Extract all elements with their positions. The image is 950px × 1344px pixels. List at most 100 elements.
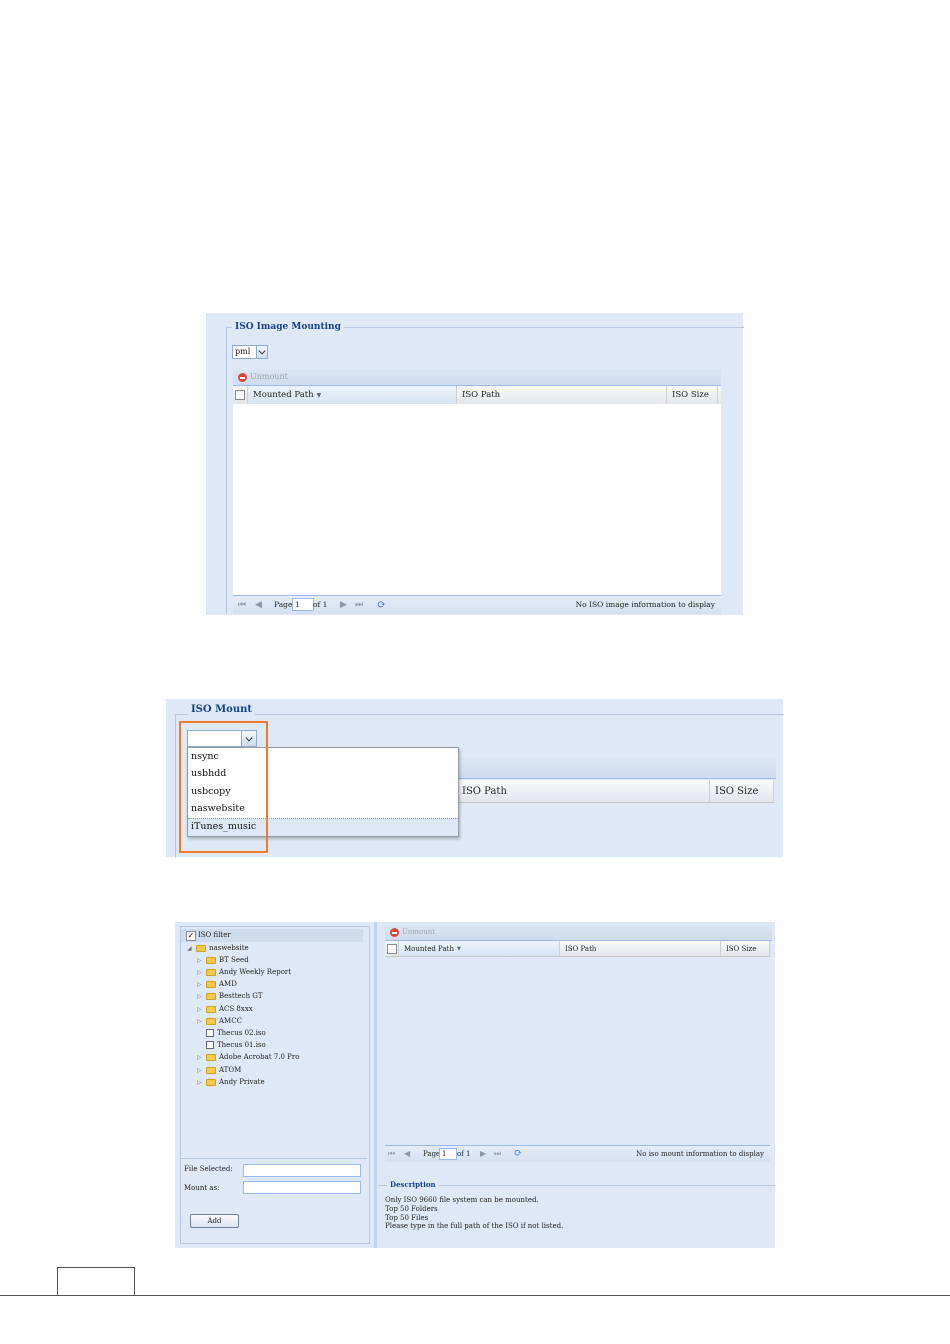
prev-page-icon[interactable]: ◀	[255, 600, 262, 610]
share-select-value: pml	[235, 347, 251, 356]
collapse-icon: ▷	[197, 1054, 202, 1061]
description-title: Description	[387, 1180, 439, 1189]
grid-header-3: Mounted Path ▼ ISO Path ISO Size	[385, 941, 770, 957]
grid-header: Mounted Path ▼ ISO Path ISO Size	[233, 386, 721, 405]
folder-icon	[206, 1017, 216, 1025]
collapse-icon: ▷	[197, 981, 202, 988]
expand-icon: ◢	[187, 945, 192, 952]
tree-item-label: Andy Weekly Report	[219, 968, 292, 976]
share-select-trigger[interactable]	[256, 345, 268, 359]
mount-as-label: Mount as:	[184, 1184, 220, 1192]
iso-image-mounting-legend: ISO Image Mounting	[232, 322, 344, 332]
add-button-label: Add	[207, 1217, 222, 1225]
page-input-3[interactable]: 1	[439, 1148, 457, 1160]
col-iso-size-2[interactable]: ISO Size	[710, 780, 774, 802]
select-all-checkbox-3[interactable]	[387, 944, 397, 954]
iso-mount-legend: ISO Mount	[188, 704, 255, 715]
page-input[interactable]: 1	[292, 598, 314, 611]
last-page-icon[interactable]: ⏭	[494, 1149, 501, 1159]
next-page-icon[interactable]: ▶	[340, 600, 347, 610]
folder-icon	[206, 968, 216, 976]
col-iso-size[interactable]: ISO Size	[667, 386, 718, 404]
page-total-3: of 1	[457, 1150, 471, 1158]
collapse-icon: ▷	[197, 1006, 202, 1013]
tree-root[interactable]: ◢ naswebsite	[187, 943, 249, 954]
tree-item[interactable]: ▷ AMD	[197, 979, 237, 990]
tree-item[interactable]: ▷ Andy Weekly Report	[197, 967, 291, 978]
first-page-icon[interactable]: ⏮	[238, 600, 246, 610]
iso-file-icon	[206, 1041, 214, 1049]
folder-icon	[206, 1066, 216, 1074]
tree-item[interactable]: ▷ Andy Private	[197, 1077, 265, 1088]
iso-filter-checkbox[interactable]: ✓	[186, 931, 196, 941]
folder-open-icon	[196, 944, 206, 952]
tree-item-label: Thecus 02.iso	[217, 1029, 266, 1037]
col-iso-size-3[interactable]: ISO Size	[721, 941, 770, 956]
prev-page-icon[interactable]: ◀	[404, 1149, 410, 1159]
refresh-icon[interactable]: ⟳	[377, 599, 386, 610]
grid-toolbar: Unmount	[233, 369, 721, 386]
col-iso-path[interactable]: ISO Path	[457, 386, 667, 404]
col-iso-size-2-label: ISO Size	[715, 785, 759, 797]
next-page-icon[interactable]: ▶	[480, 1149, 486, 1159]
pane-splitter[interactable]	[374, 922, 377, 1248]
share-select[interactable]: pml	[232, 345, 257, 359]
col-iso-path-2[interactable]: ISO Path	[457, 780, 710, 802]
tree-item-label: Adobe Acrobat 7.0 Pro	[219, 1053, 300, 1061]
description-fieldset	[378, 1185, 775, 1246]
unmount-icon	[238, 373, 247, 382]
tree-item[interactable]: Thecus 02.iso	[197, 1028, 266, 1039]
tree-item-label: Besttech GT	[219, 992, 263, 1000]
collapse-icon: ▷	[197, 969, 202, 976]
paging-status-3: No iso mount information to display	[636, 1150, 764, 1158]
folder-icon	[206, 1078, 216, 1086]
col-mounted-path-3[interactable]: Mounted Path ▼	[399, 941, 560, 956]
sort-desc-icon: ▼	[456, 945, 461, 952]
grid-toolbar-2	[457, 758, 776, 779]
select-all-column-3	[385, 941, 399, 956]
col-iso-path-2-label: ISO Path	[462, 785, 507, 797]
mount-as-input[interactable]	[243, 1181, 361, 1194]
footer-line	[0, 1295, 950, 1296]
tree-item[interactable]: ▷ ACS 8xxx	[197, 1004, 253, 1015]
tree-item[interactable]: ▷ Adobe Acrobat 7.0 Pro	[197, 1052, 299, 1063]
iso-file-icon	[206, 1029, 214, 1037]
file-selected-label: File Selected:	[184, 1165, 233, 1173]
iso-filter-bar: ✓ ISO filter	[181, 929, 363, 942]
tree-item[interactable]: ▷ ATOM	[197, 1065, 241, 1076]
folder-icon	[206, 1053, 216, 1061]
collapse-icon: ▷	[197, 1079, 202, 1086]
col-iso-size-label: ISO Size	[672, 390, 709, 400]
tree-item-label: AMCC	[219, 1017, 242, 1025]
col-mounted-path-3-label: Mounted Path	[404, 944, 454, 953]
tree-item[interactable]: ▷ BT Seed	[197, 955, 249, 966]
add-button[interactable]: Add	[190, 1214, 239, 1228]
tree-item[interactable]: ▷ Besttech GT	[197, 991, 263, 1002]
tree-item-label: ACS 8xxx	[219, 1005, 253, 1013]
tree-item-label: BT Seed	[219, 956, 249, 964]
collapse-icon: ▷	[197, 1067, 202, 1074]
file-selected-input[interactable]	[243, 1164, 361, 1177]
unmount-button-3[interactable]: Unmount	[402, 928, 435, 936]
tree-item[interactable]: Thecus 01.iso	[197, 1040, 266, 1051]
first-page-icon[interactable]: ⏮	[388, 1149, 395, 1159]
unmount-button[interactable]: Unmount	[250, 372, 288, 381]
folder-icon	[206, 992, 216, 1000]
paging-toolbar: ⏮ ◀ Page 1 of 1 ▶ ⏭ ⟳ No ISO image infor…	[233, 595, 721, 614]
col-mounted-path[interactable]: Mounted Path ▼	[248, 386, 457, 404]
iso-filter-label: ISO filter	[198, 931, 231, 939]
page-total: of 1	[313, 600, 328, 609]
page-label-3: Page	[423, 1150, 441, 1158]
last-page-icon[interactable]: ⏭	[355, 600, 363, 610]
tree-item-label: Andy Private	[219, 1078, 265, 1086]
tree-form-divider	[181, 1158, 367, 1159]
col-iso-size-3-label: ISO Size	[726, 944, 757, 953]
folder-icon	[206, 1005, 216, 1013]
chevron-down-icon	[258, 347, 266, 355]
select-all-checkbox[interactable]	[235, 390, 245, 400]
paging-toolbar-3: ⏮ ◀ Page 1 of 1 ▶ ⏭ ⟳ No iso mount infor…	[385, 1145, 770, 1162]
refresh-icon[interactable]: ⟳	[514, 1148, 522, 1159]
col-iso-path-3[interactable]: ISO Path	[560, 941, 721, 956]
grid-header-2: ISO Path ISO Size	[457, 780, 774, 803]
tree-item[interactable]: ▷ AMCC	[197, 1016, 242, 1027]
